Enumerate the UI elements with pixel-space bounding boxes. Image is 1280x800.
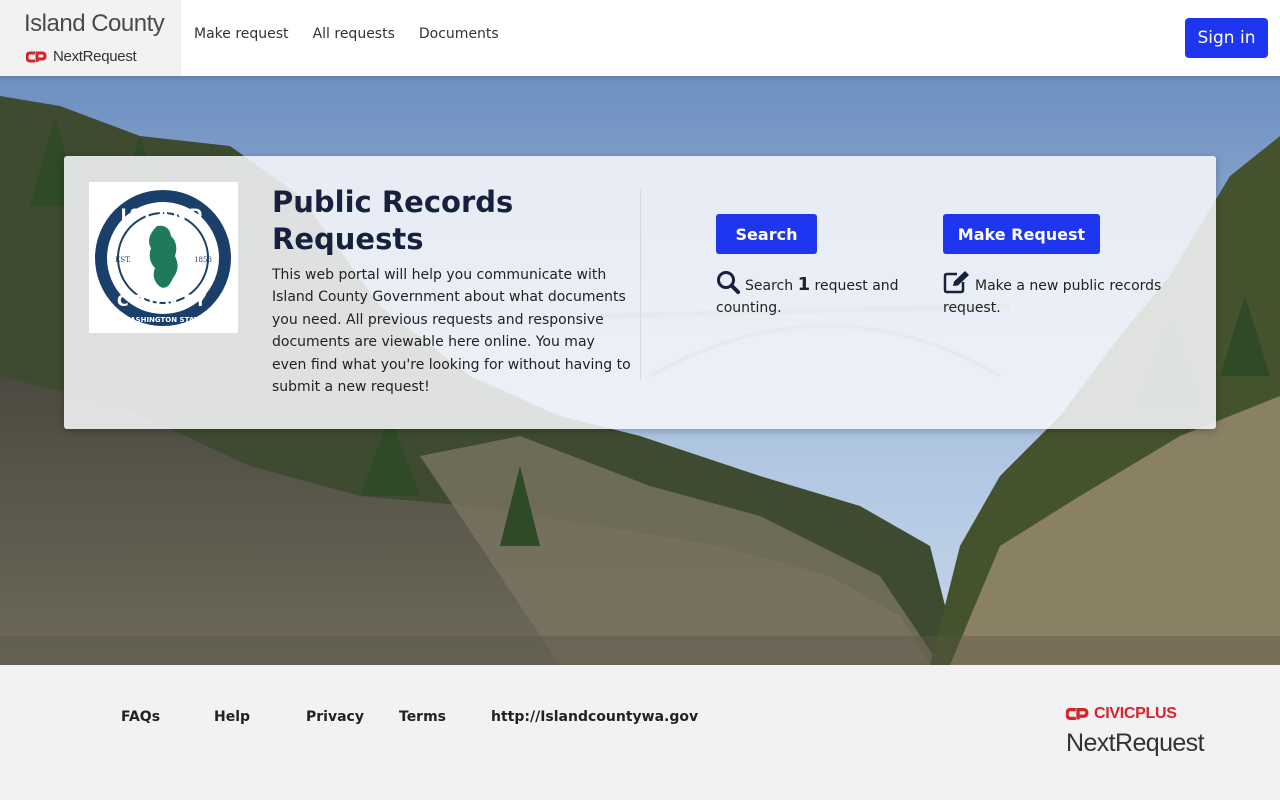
brand-subtitle-text: NextRequest	[53, 48, 137, 65]
nav-all-requests[interactable]: All requests	[313, 26, 395, 42]
search-info-prefix: Search	[745, 278, 794, 294]
make-request-info: Make a new public records request.	[943, 270, 1163, 319]
footer-link-county-site[interactable]: http://Islandcountywa.gov	[491, 709, 698, 725]
cp-logo-icon	[1066, 707, 1089, 721]
intro-description: This web portal will help you communicat…	[272, 267, 631, 396]
brand-title: Island County	[24, 10, 165, 37]
nav-documents[interactable]: Documents	[419, 26, 499, 42]
edit-icon	[943, 271, 969, 294]
nav-make-request[interactable]: Make request	[194, 26, 289, 42]
seal-bottom-text: COUNTY	[117, 291, 209, 310]
main-nav: Make request All requests Documents	[194, 26, 499, 42]
seal-top-text: ISLAND	[121, 205, 206, 224]
search-button[interactable]: Search	[716, 214, 817, 254]
island-county-seal: ISLAND COUNTY EST. 1853 WASHINGTON STATE	[89, 182, 238, 333]
cp-logo-icon	[26, 51, 47, 62]
seal-year-text: 1853	[194, 256, 212, 264]
civicplus-logo: CIVICPLUS	[1066, 705, 1177, 723]
nextrequest-footer-text: NextRequest	[1066, 729, 1205, 757]
footer-link-privacy[interactable]: Privacy	[306, 709, 364, 725]
intro-card: ISLAND COUNTY EST. 1853 WASHINGTON STATE…	[64, 156, 1216, 429]
footer-link-help[interactable]: Help	[214, 709, 250, 725]
civicplus-text: CIVICPLUS	[1094, 705, 1177, 722]
make-request-info-text: Make a new public records request.	[943, 278, 1162, 316]
sign-in-button[interactable]: Sign in	[1185, 18, 1268, 58]
footer-link-faqs[interactable]: FAQs	[121, 709, 160, 725]
seal-est-text: EST.	[115, 256, 131, 264]
search-info: Search 1 request and counting.	[716, 270, 906, 319]
brand[interactable]: Island County NextRequest	[0, 0, 181, 76]
footer: FAQs Help Privacy Terms http://Islandcou…	[0, 665, 1280, 800]
search-icon	[717, 271, 740, 294]
card-divider	[640, 190, 641, 380]
page-title: Public Records Requests	[272, 185, 514, 256]
brand-subtitle: NextRequest	[26, 48, 137, 65]
top-navbar: Island County NextRequest Make request A…	[0, 0, 1280, 76]
county-seal-logo: ISLAND COUNTY EST. 1853 WASHINGTON STATE	[95, 190, 231, 326]
make-request-button[interactable]: Make Request	[943, 214, 1100, 254]
footer-link-terms[interactable]: Terms	[399, 709, 446, 725]
seal-ring-text: WASHINGTON STATE	[123, 316, 204, 324]
request-count: 1	[797, 274, 811, 295]
